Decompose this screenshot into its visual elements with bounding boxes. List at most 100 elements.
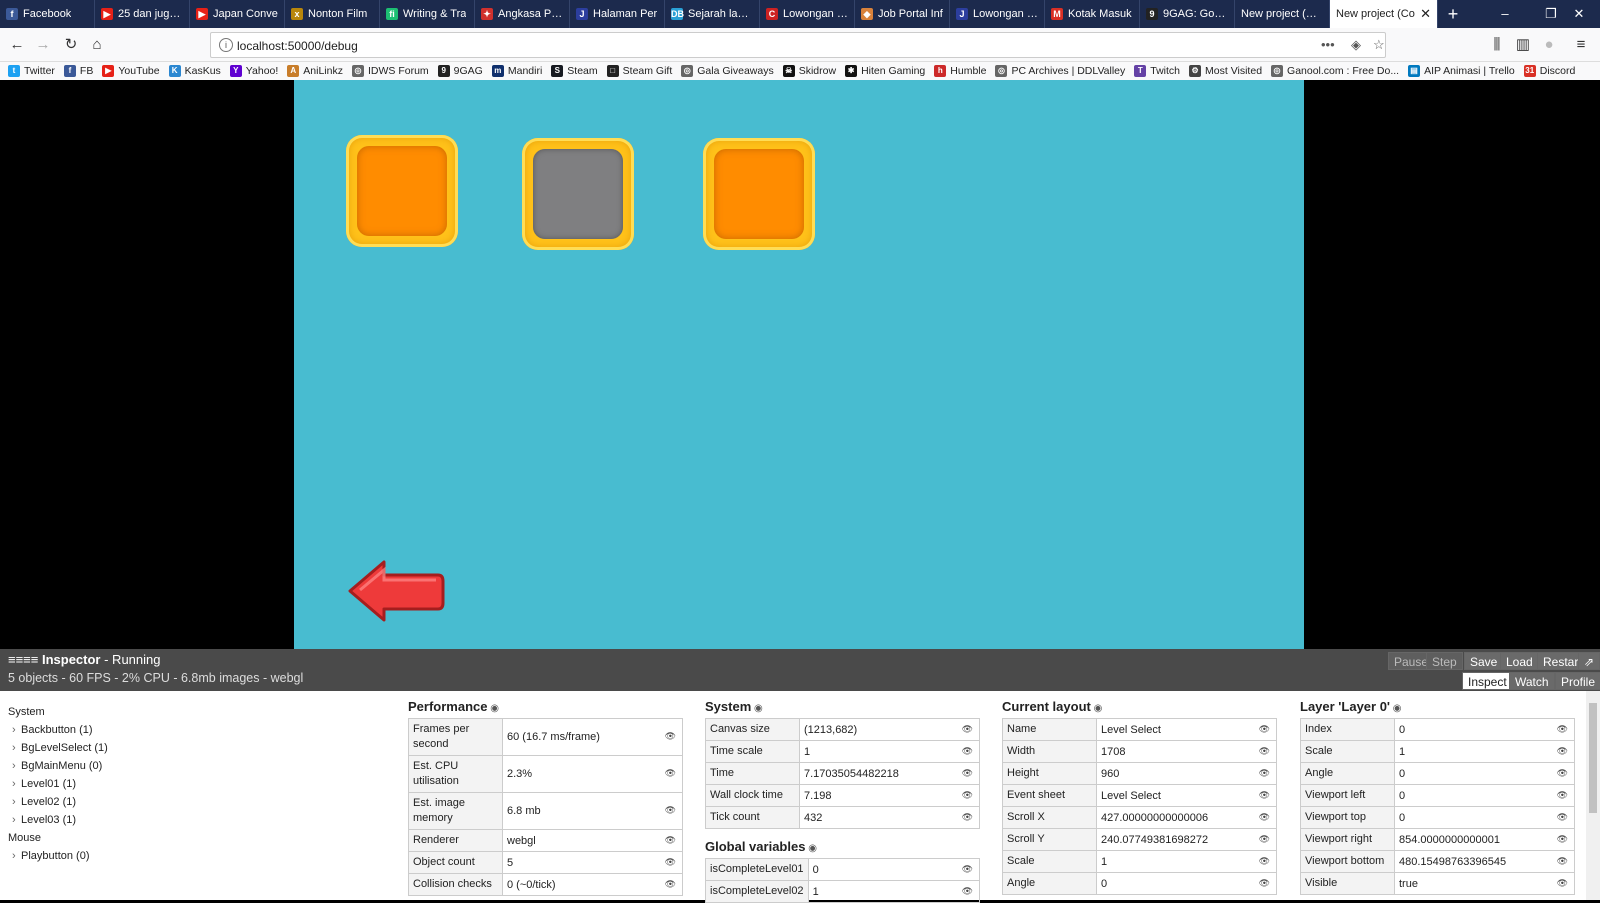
- eye-icon[interactable]: 👁: [1259, 878, 1270, 889]
- tab-watch[interactable]: Watch: [1509, 672, 1555, 690]
- eye-icon[interactable]: 👁: [1259, 746, 1270, 757]
- bookmark-item[interactable]: f FB: [63, 65, 93, 77]
- bookmark-item[interactable]: □ Steam Gift: [606, 65, 672, 77]
- eye-icon[interactable]: 👁: [665, 879, 676, 890]
- account-icon[interactable]: ●: [1540, 36, 1558, 54]
- property-value[interactable]: 0 👁: [1394, 718, 1575, 741]
- property-value[interactable]: 432 👁: [799, 806, 980, 829]
- minimize-button[interactable]: –: [1482, 0, 1528, 28]
- bookmark-item[interactable]: K KasKus: [168, 65, 221, 77]
- eye-icon[interactable]: 👁: [1557, 768, 1568, 779]
- eye-icon[interactable]: ◉: [751, 703, 763, 714]
- property-value[interactable]: 0 👁: [1394, 784, 1575, 807]
- browser-tab[interactable]: f Facebook: [0, 0, 95, 28]
- property-value[interactable]: 1 👁: [807, 880, 981, 903]
- property-value[interactable]: true 👁: [1394, 872, 1575, 895]
- popout-button[interactable]: ⇗: [1578, 652, 1600, 670]
- tree-group[interactable]: Mouse: [8, 829, 108, 847]
- property-value[interactable]: 7.198 👁: [799, 784, 980, 807]
- bookmark-item[interactable]: h Humble: [934, 65, 986, 77]
- tree-item[interactable]: BgMainMenu (0): [8, 757, 108, 775]
- eye-icon[interactable]: 👁: [962, 790, 973, 801]
- property-value[interactable]: 240.07749381698272 👁: [1096, 828, 1277, 851]
- close-window-button[interactable]: ✕: [1558, 0, 1600, 28]
- eye-icon[interactable]: ◉: [487, 703, 499, 714]
- browser-tab[interactable]: ◆ Job Portal Inf: [855, 0, 950, 28]
- property-value[interactable]: 0 👁: [1394, 762, 1575, 785]
- browser-tab[interactable]: C Lowongan Ke: [760, 0, 855, 28]
- property-value[interactable]: Level Select 👁: [1096, 784, 1277, 807]
- browser-tab[interactable]: New project (Co ✕: [1330, 0, 1438, 28]
- property-value[interactable]: 2.3% 👁: [502, 755, 683, 793]
- eye-icon[interactable]: 👁: [1259, 856, 1270, 867]
- eye-icon[interactable]: 👁: [665, 805, 676, 816]
- tree-item[interactable]: Level01 (1): [8, 775, 108, 793]
- property-value[interactable]: 0 👁: [1394, 806, 1575, 829]
- eye-icon[interactable]: 👁: [1557, 856, 1568, 867]
- eye-icon[interactable]: 👁: [962, 724, 973, 735]
- property-value[interactable]: 1 👁: [1394, 740, 1575, 763]
- eye-icon[interactable]: 👁: [962, 886, 973, 897]
- eye-icon[interactable]: 👁: [1259, 790, 1270, 801]
- tab-close-icon[interactable]: ✕: [1420, 6, 1431, 22]
- level-03-button[interactable]: [703, 138, 815, 250]
- property-value[interactable]: 1 👁: [799, 740, 980, 763]
- eye-icon[interactable]: 👁: [665, 731, 676, 742]
- scrollbar-thumb[interactable]: [1589, 703, 1597, 813]
- property-value[interactable]: 854.0000000000001 👁: [1394, 828, 1575, 851]
- property-value[interactable]: (1213,682) 👁: [799, 718, 980, 741]
- level-01-button[interactable]: [346, 135, 458, 247]
- new-tab-button[interactable]: +: [1438, 0, 1468, 28]
- eye-icon[interactable]: 👁: [1557, 834, 1568, 845]
- browser-tab[interactable]: DB Sejarah lamar: [665, 0, 760, 28]
- forward-icon[interactable]: →: [34, 36, 52, 54]
- bookmark-item[interactable]: m Mandiri: [491, 65, 542, 77]
- eye-icon[interactable]: ◉: [805, 843, 817, 854]
- bookmark-item[interactable]: 9 9GAG: [437, 65, 483, 77]
- library-icon[interactable]: ⫼: [1488, 36, 1506, 54]
- browser-tab[interactable]: J Lowongan Ke: [950, 0, 1045, 28]
- property-value[interactable]: 0 (~0/tick) 👁: [502, 873, 683, 896]
- bookmark-item[interactable]: ◎ IDWS Forum: [352, 65, 429, 77]
- property-value[interactable]: 6.8 mb 👁: [502, 792, 683, 830]
- page-actions-icon[interactable]: •••: [1321, 37, 1335, 52]
- pocket-icon[interactable]: ◈: [1351, 37, 1361, 53]
- eye-icon[interactable]: 👁: [665, 835, 676, 846]
- level-02-button[interactable]: [522, 138, 634, 250]
- property-value[interactable]: 5 👁: [502, 851, 683, 874]
- load-button[interactable]: Load: [1500, 652, 1539, 670]
- bookmark-item[interactable]: ▤ AIP Animasi | Trello: [1408, 65, 1515, 77]
- browser-tab[interactable]: M Kotak Masuk: [1045, 0, 1140, 28]
- tree-group[interactable]: System: [8, 703, 108, 721]
- reload-icon[interactable]: ↻: [62, 36, 80, 54]
- browser-tab[interactable]: ▶ Japan Conve: [190, 0, 285, 28]
- eye-icon[interactable]: 👁: [1557, 812, 1568, 823]
- bookmark-item[interactable]: ☠ Skidrow: [782, 65, 836, 77]
- home-icon[interactable]: ⌂: [88, 36, 106, 54]
- bookmark-item[interactable]: ⚙ Most Visited: [1189, 65, 1262, 77]
- bookmark-item[interactable]: A AniLinkz: [287, 65, 343, 77]
- eye-icon[interactable]: 👁: [1259, 768, 1270, 779]
- url-text[interactable]: localhost:50000/debug: [237, 39, 358, 53]
- browser-tab[interactable]: J Halaman Per: [570, 0, 665, 28]
- eye-icon[interactable]: 👁: [962, 768, 973, 779]
- eye-icon[interactable]: ◉: [1091, 703, 1103, 714]
- tree-item[interactable]: Level02 (1): [8, 793, 108, 811]
- back-arrow-icon[interactable]: [346, 558, 446, 624]
- eye-icon[interactable]: 👁: [665, 768, 676, 779]
- bookmark-item[interactable]: t Twitter: [8, 65, 55, 77]
- bookmark-item[interactable]: Y Yahoo!: [229, 65, 278, 77]
- eye-icon[interactable]: 👁: [1557, 746, 1568, 757]
- url-bar[interactable]: i localhost:50000/debug ••• ◈ ☆: [210, 32, 1386, 58]
- browser-tab[interactable]: ▶ 25 dan juga a: [95, 0, 190, 28]
- browser-tab[interactable]: 9 9GAG: Go Fu: [1140, 0, 1235, 28]
- eye-icon[interactable]: 👁: [962, 746, 973, 757]
- browser-tab[interactable]: New project (Con: [1235, 0, 1330, 28]
- bookmark-item[interactable]: ◎ Ganool.com : Free Do...: [1271, 65, 1399, 77]
- property-value[interactable]: webgl 👁: [502, 829, 683, 852]
- site-info-icon[interactable]: i: [219, 38, 233, 52]
- back-icon[interactable]: ←: [8, 36, 26, 54]
- tree-item[interactable]: Backbutton (1): [8, 721, 108, 739]
- property-value[interactable]: 427.00000000000006 👁: [1096, 806, 1277, 829]
- eye-icon[interactable]: 👁: [665, 857, 676, 868]
